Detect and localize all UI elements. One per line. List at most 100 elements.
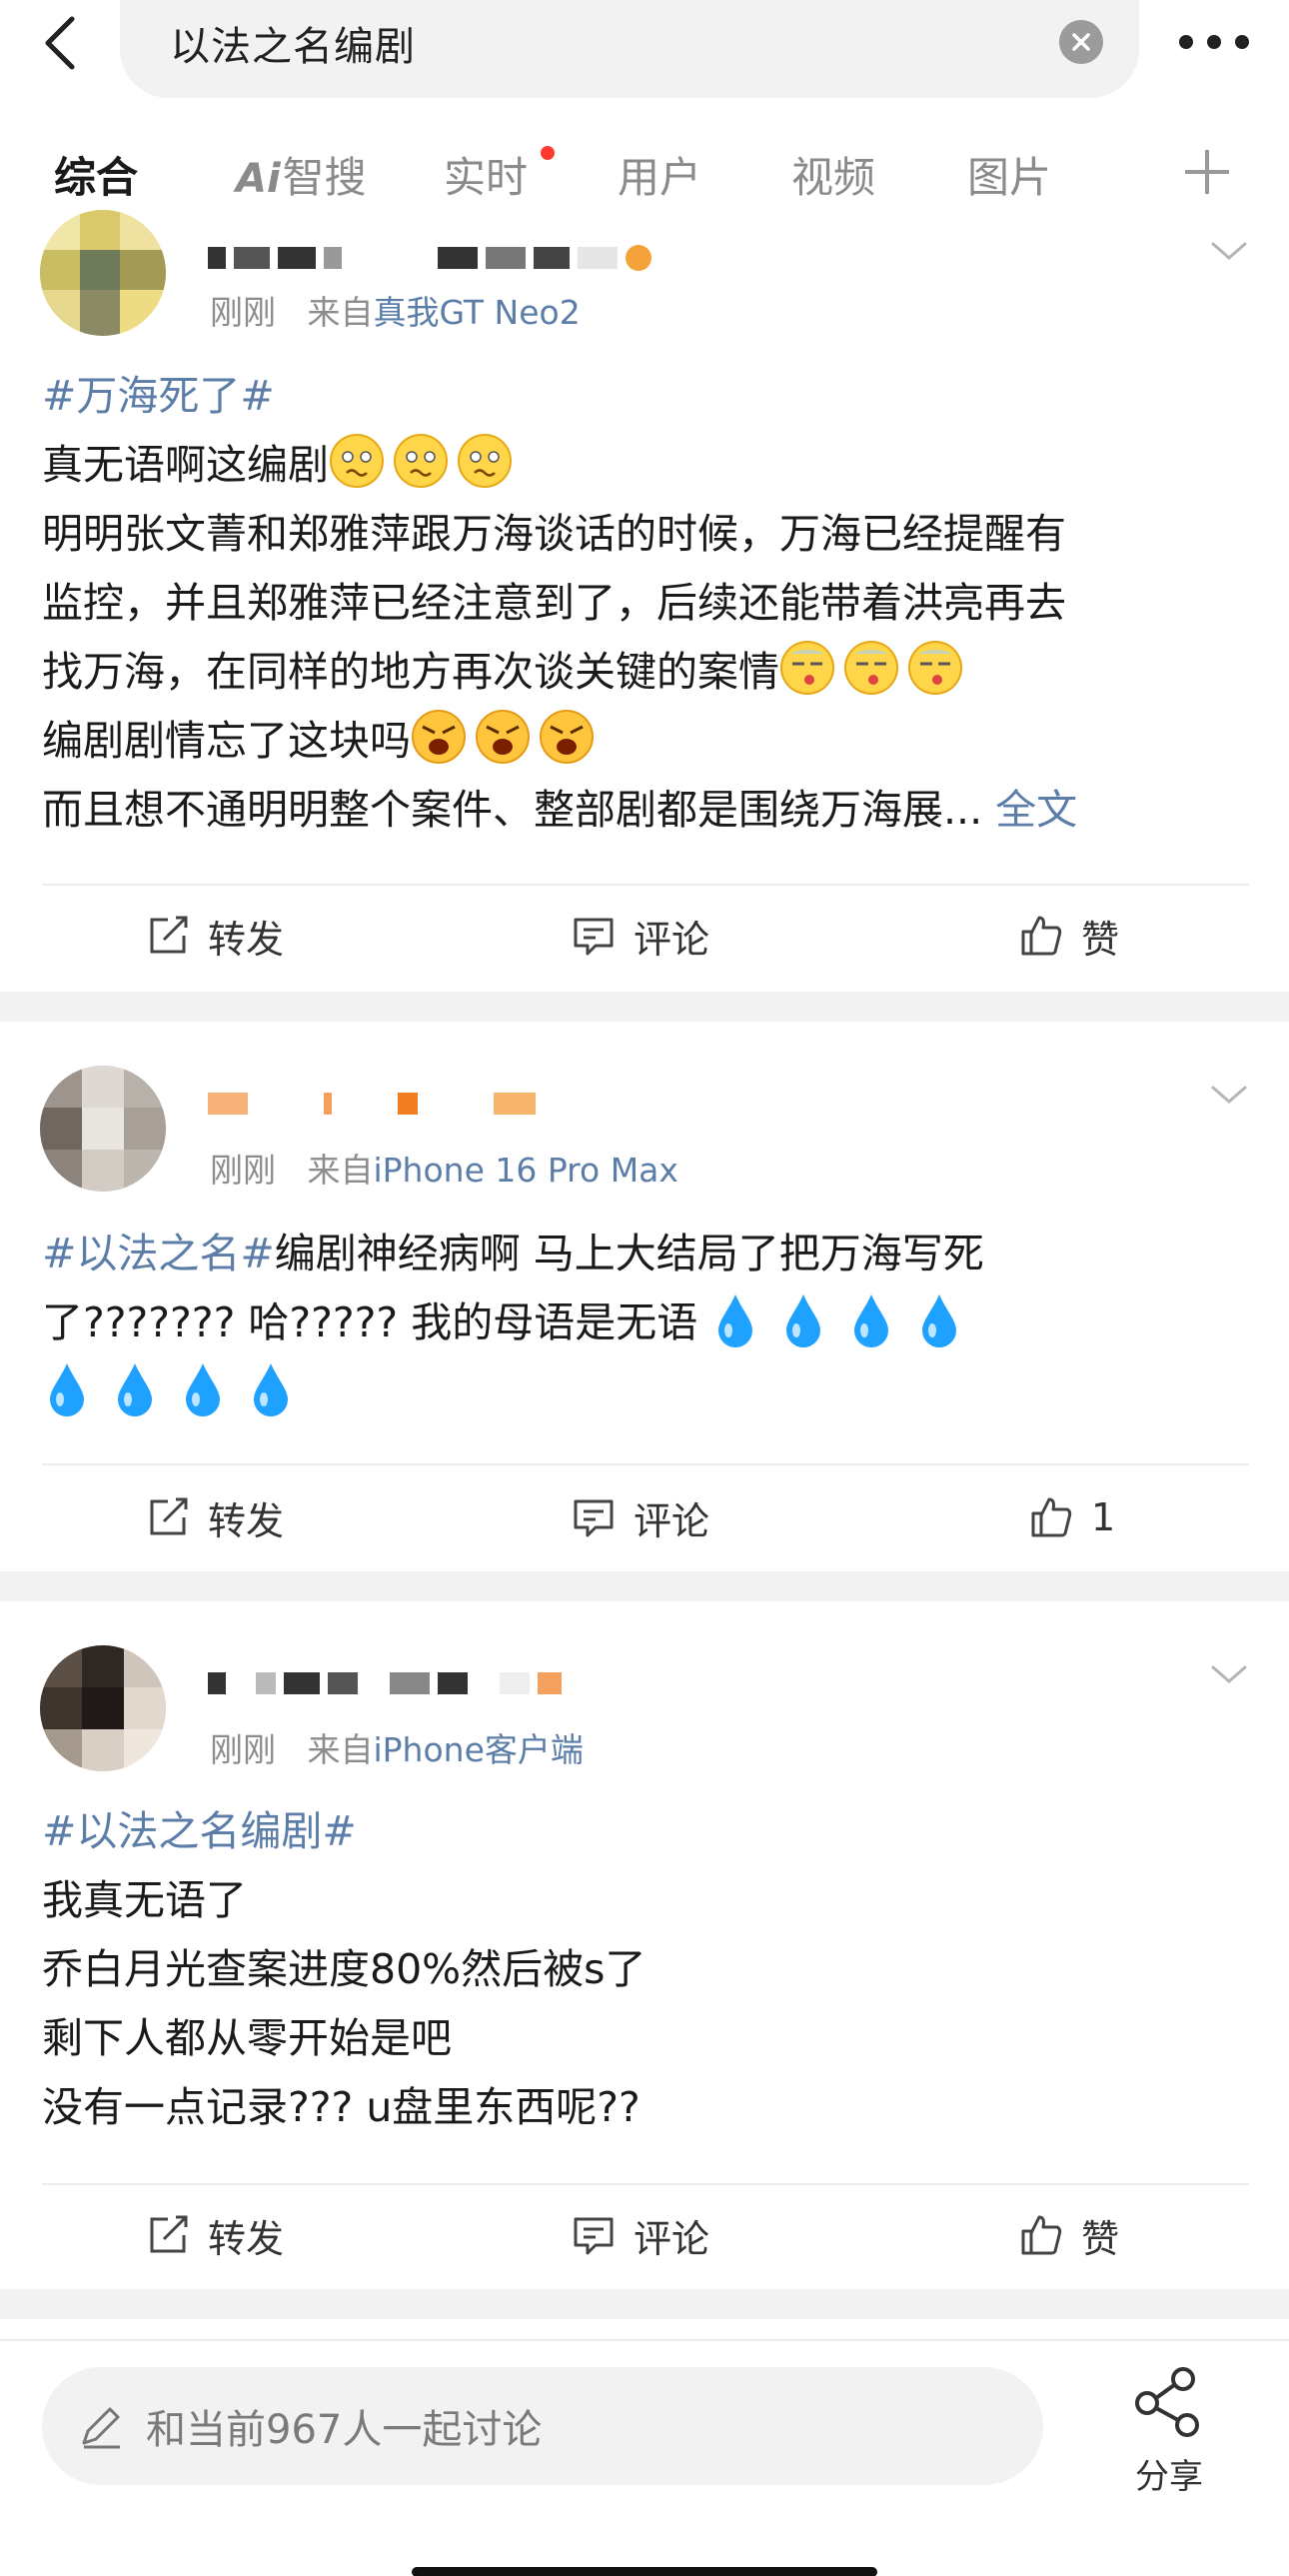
like-label: 赞 <box>1081 2216 1120 2261</box>
close-icon <box>1072 33 1090 51</box>
post-device[interactable]: iPhone客户端 <box>373 1730 583 1769</box>
avatar-image <box>40 1066 166 1192</box>
repost-icon <box>150 916 188 954</box>
repost-label: 转发 <box>208 1498 285 1543</box>
ai-logo: Ai <box>236 156 281 202</box>
angry-emoji-icon <box>476 710 530 764</box>
avatar[interactable] <box>40 1066 166 1192</box>
comment-placeholder: 和当前967人一起讨论 <box>146 2407 543 2453</box>
thumbs-up-icon <box>1021 916 1062 956</box>
avatar[interactable] <box>40 210 166 336</box>
repost-button[interactable]: 转发 <box>146 2205 284 2265</box>
post-topic[interactable]: #以法之名编剧# <box>42 1807 357 1855</box>
post-meta: 刚刚 来自iPhone客户端 <box>210 1723 584 1771</box>
comment-icon <box>574 1499 614 1537</box>
repost-label: 转发 <box>208 2216 285 2261</box>
divider <box>42 2183 1249 2185</box>
post-meta: 刚刚 来自iPhone 16 Pro Max <box>210 1144 678 1192</box>
tab-comprehensive[interactable]: 综合 <box>54 144 138 205</box>
share-button[interactable]: 分享 <box>1119 2365 1219 2497</box>
like-count: 1 <box>1091 1495 1116 1539</box>
sleepy-emoji-icon <box>780 641 834 695</box>
notification-dot <box>541 146 555 160</box>
clear-search-button[interactable] <box>1059 20 1103 64</box>
post-line: 我真无语了 <box>42 1876 247 1924</box>
post-card: 刚刚 来自iPhone 16 Pro Max #以法之名#编剧神经病啊 马上大结… <box>0 1022 1289 1601</box>
avatar-image <box>40 210 166 336</box>
back-button[interactable] <box>30 8 90 78</box>
post-device[interactable]: iPhone 16 Pro Max <box>373 1151 677 1190</box>
avatar-image <box>40 1645 166 1771</box>
comment-input[interactable]: 和当前967人一起讨论 <box>42 2367 1043 2485</box>
section-gap <box>0 1571 1289 1601</box>
repost-button[interactable]: 转发 <box>146 1487 284 1547</box>
chevron-down-icon[interactable] <box>1209 240 1249 264</box>
speechless-emoji-icon <box>330 434 384 488</box>
add-tab-button[interactable] <box>1185 150 1229 194</box>
post-source-prefix: 来自 <box>307 1151 374 1190</box>
more-dot-icon <box>1207 35 1221 49</box>
post-line: 编剧神经病啊 马上大结局了把万海写死 <box>274 1230 984 1278</box>
read-more-link[interactable]: 全文 <box>995 786 1077 834</box>
sweat-drop-icon <box>50 1363 84 1416</box>
like-button[interactable]: 赞 <box>1019 2205 1119 2265</box>
tab-videos[interactable]: 视频 <box>791 144 875 205</box>
search-query: 以法之名编剧 <box>170 24 416 70</box>
nickname-redacted[interactable] <box>208 1084 536 1124</box>
post-line: 了??????? 哈????? 我的母语是无语 <box>42 1298 698 1346</box>
thumbs-up-icon <box>1021 2215 1062 2255</box>
speechless-emoji-icon <box>394 434 448 488</box>
post-actions: 转发 评论 赞 <box>0 896 1289 976</box>
repost-label: 转发 <box>208 917 285 962</box>
post-line: 找万海，在同样的地方再次谈关键的案情 <box>42 648 779 696</box>
post-line: 剩下人都从零开始是吧 <box>42 2014 452 2062</box>
like-button[interactable]: 赞 <box>1019 906 1119 966</box>
sweat-drop-icon <box>118 1363 152 1416</box>
angry-emoji-icon <box>412 710 466 764</box>
chevron-left-icon <box>45 16 75 70</box>
like-label: 赞 <box>1081 917 1120 962</box>
nickname-redacted[interactable] <box>208 1663 562 1703</box>
more-options-button[interactable] <box>1179 22 1249 62</box>
comment-button[interactable]: 评论 <box>572 2205 709 2265</box>
post-device[interactable]: 真我GT Neo2 <box>373 293 580 332</box>
tab-images[interactable]: 图片 <box>967 144 1051 205</box>
post-actions: 转发 评论 赞 <box>0 2195 1289 2275</box>
search-input[interactable]: 以法之名编剧 <box>120 0 1139 98</box>
post-topic[interactable]: #以法之名# <box>42 1230 275 1278</box>
comment-button[interactable]: 评论 <box>572 906 709 966</box>
chevron-down-icon[interactable] <box>1209 1663 1249 1687</box>
post-line: 监控，并且郑雅萍已经注意到了，后续还能带着洪亮再去 <box>42 579 1066 627</box>
post-line: 编剧剧情忘了这块吗 <box>42 717 411 765</box>
section-gap <box>0 2289 1289 2319</box>
repost-icon <box>150 2215 188 2253</box>
comment-button[interactable]: 评论 <box>572 1487 709 1547</box>
repost-icon <box>150 1497 188 1535</box>
speechless-emoji-icon <box>458 434 512 488</box>
post-line: 而且想不通明明整个案件、整部剧都是围绕万海展... <box>42 786 983 834</box>
sweat-drop-icon <box>254 1363 288 1416</box>
post-time: 刚刚 <box>210 293 276 332</box>
tab-realtime[interactable]: 实时 <box>444 144 528 205</box>
share-label: 分享 <box>1135 2457 1203 2497</box>
post-topic[interactable]: #万海死了# <box>42 372 275 420</box>
post-body: #万海死了# 真无语啊这编剧 明明张文菁和郑雅萍跟万海谈话的时候，万海已经提醒有… <box>42 362 1251 845</box>
repost-button[interactable]: 转发 <box>146 906 284 966</box>
tab-users[interactable]: 用户 <box>618 144 701 205</box>
sweat-drop-icon <box>854 1294 889 1347</box>
top-bar: 以法之名编剧 <box>0 0 1289 100</box>
post-line: 明明张文菁和郑雅萍跟万海谈话的时候，万海已经提醒有 <box>42 510 1066 558</box>
sweat-drop-icon <box>786 1294 821 1347</box>
like-button[interactable]: 1 <box>1029 1487 1115 1547</box>
comment-icon <box>574 2217 614 2255</box>
post-source-prefix: 来自 <box>307 1730 374 1769</box>
tab-ai-search-label: 智搜 <box>282 153 367 202</box>
avatar[interactable] <box>40 1645 166 1771</box>
post-line: 乔白月光查案进度80%然后被s了 <box>42 1945 646 1993</box>
post-line: 没有一点记录??? u盘里东西呢?? <box>42 2083 641 2131</box>
more-dot-icon <box>1179 35 1193 49</box>
tab-ai-search[interactable]: Ai 智搜 <box>236 144 367 205</box>
nickname-redacted[interactable] <box>208 238 651 278</box>
post-line: 真无语啊这编剧 <box>42 441 329 489</box>
chevron-down-icon[interactable] <box>1209 1084 1249 1108</box>
